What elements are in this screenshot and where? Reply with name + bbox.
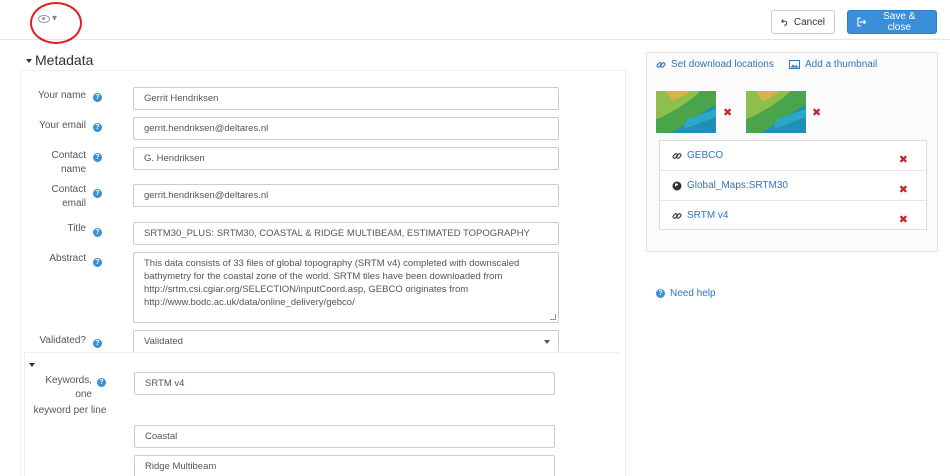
cancel-label: Cancel xyxy=(793,16,825,28)
title-input[interactable]: SRTM30_PLUS: SRTM30, COASTAL & RIDGE MUL… xyxy=(133,222,559,245)
remove-thumbnail-icon[interactable]: ✖ xyxy=(812,106,821,119)
keywords-label-line2: one xyxy=(75,389,92,400)
link-icon xyxy=(656,61,666,68)
list-item: SRTM v4 ✖ xyxy=(660,201,926,231)
contact-email-input[interactable]: gerrit.hendriksen@deltares.nl xyxy=(133,184,559,207)
resource-list: GEBCO ✖ Global_Maps:SRTM30 ✖ SRTM v4 ✖ xyxy=(659,140,927,230)
help-icon[interactable]: ? xyxy=(93,123,102,132)
red-circle-annotation xyxy=(30,2,82,44)
image-icon xyxy=(789,60,800,69)
add-thumbnail-link[interactable]: Add a thumbnail xyxy=(789,59,877,70)
globe-icon xyxy=(672,181,682,190)
help-icon[interactable]: ? xyxy=(93,339,102,348)
abstract-line: This data consists of 33 files of global… xyxy=(144,258,520,269)
keywords-label-line3: keyword per line xyxy=(33,405,107,416)
metadata-section-toggle[interactable]: Metadata xyxy=(26,52,93,68)
need-help-label: Need help xyxy=(670,288,716,299)
thumbnail-image[interactable] xyxy=(656,91,716,133)
your-name-input[interactable]: Gerrit Hendriksen xyxy=(133,87,559,110)
caret-down-icon xyxy=(544,340,550,344)
list-item: GEBCO ✖ xyxy=(660,141,926,171)
contact-name-label-line2: name xyxy=(60,164,86,175)
title-label: Title xyxy=(67,223,86,234)
contact-email-label: Contact email xyxy=(20,183,86,211)
terrain-map-thumbnail xyxy=(656,91,716,133)
keywords-label: Keywords, one xyxy=(20,374,92,402)
question-circle-icon: ? xyxy=(656,289,665,298)
link-icon xyxy=(672,212,682,219)
add-thumbnail-label: Add a thumbnail xyxy=(805,59,878,70)
validated-select-value: Validated xyxy=(144,336,183,347)
set-download-locations-link[interactable]: Set download locations xyxy=(656,59,774,70)
resource-name: SRTM v4 xyxy=(687,210,729,221)
metadata-title: Metadata xyxy=(35,52,94,68)
help-icon[interactable]: ? xyxy=(93,153,102,162)
need-help-link[interactable]: ? Need help xyxy=(656,288,716,299)
resource-link[interactable]: SRTM v4 xyxy=(672,210,729,221)
remove-resource-icon[interactable]: ✖ xyxy=(899,213,908,226)
save-close-button[interactable]: Save & close xyxy=(847,10,937,34)
validated-select[interactable]: Validated xyxy=(133,330,559,353)
page: ▾ Cancel Save & close Metadata Your name… xyxy=(0,0,950,476)
abstract-line: http://srtm.csi.cgiar.org/SELECTION/inpu… xyxy=(144,284,469,295)
remove-resource-icon[interactable]: ✖ xyxy=(899,153,908,166)
resource-name: GEBCO xyxy=(687,150,724,161)
abstract-line: http://www.bodc.ac.uk/data/online_delive… xyxy=(144,297,355,308)
help-icon[interactable]: ? xyxy=(93,258,102,267)
undo-icon xyxy=(781,19,788,26)
contact-email-label-line1: Contact xyxy=(51,184,86,195)
abstract-textarea[interactable]: This data consists of 33 files of global… xyxy=(133,252,559,323)
contact-name-label-line1: Contact xyxy=(51,150,86,161)
set-download-locations-label: Set download locations xyxy=(671,59,774,70)
keywords-collapse-toggle[interactable] xyxy=(29,363,35,367)
resource-name: Global_Maps:SRTM30 xyxy=(687,180,788,191)
resource-link[interactable]: Global_Maps:SRTM30 xyxy=(672,180,788,191)
contact-name-input[interactable]: G. Hendriksen xyxy=(133,147,559,170)
help-icon[interactable]: ? xyxy=(97,378,106,387)
contact-email-label-line2: email xyxy=(62,198,86,209)
terrain-map-thumbnail xyxy=(746,91,806,133)
help-icon[interactable]: ? xyxy=(93,93,102,102)
abstract-line: bathymetry for the coastal zone of the w… xyxy=(144,271,503,282)
keyword-input[interactable]: Ridge Multibeam xyxy=(134,455,555,476)
caret-down-icon xyxy=(26,59,32,63)
help-icon[interactable]: ? xyxy=(93,228,102,237)
remove-resource-icon[interactable]: ✖ xyxy=(899,183,908,196)
your-name-label: Your name xyxy=(38,90,86,101)
thumbnail-image[interactable] xyxy=(746,91,806,133)
contact-name-label: Contact name xyxy=(20,149,86,177)
resource-link[interactable]: GEBCO xyxy=(672,150,723,161)
top-toolbar: ▾ Cancel Save & close xyxy=(0,0,950,44)
validated-label: Validated? xyxy=(39,335,86,346)
resize-handle[interactable] xyxy=(550,314,556,320)
cancel-button[interactable]: Cancel xyxy=(771,10,835,34)
remove-thumbnail-icon[interactable]: ✖ xyxy=(723,106,732,119)
sign-out-icon xyxy=(857,17,867,27)
your-email-input[interactable]: gerrit.hendriksen@deltares.nl xyxy=(133,117,559,140)
link-icon xyxy=(672,152,682,159)
keyword-input[interactable]: Coastal xyxy=(134,425,555,448)
list-item: Global_Maps:SRTM30 ✖ xyxy=(660,171,926,201)
help-icon[interactable]: ? xyxy=(93,189,102,198)
keywords-label-line1: Keywords, xyxy=(45,375,92,386)
keyword-input[interactable]: SRTM v4 xyxy=(134,372,555,395)
abstract-label: Abstract xyxy=(49,253,86,264)
save-close-label: Save & close xyxy=(883,11,916,33)
your-email-label: Your email xyxy=(39,120,86,131)
